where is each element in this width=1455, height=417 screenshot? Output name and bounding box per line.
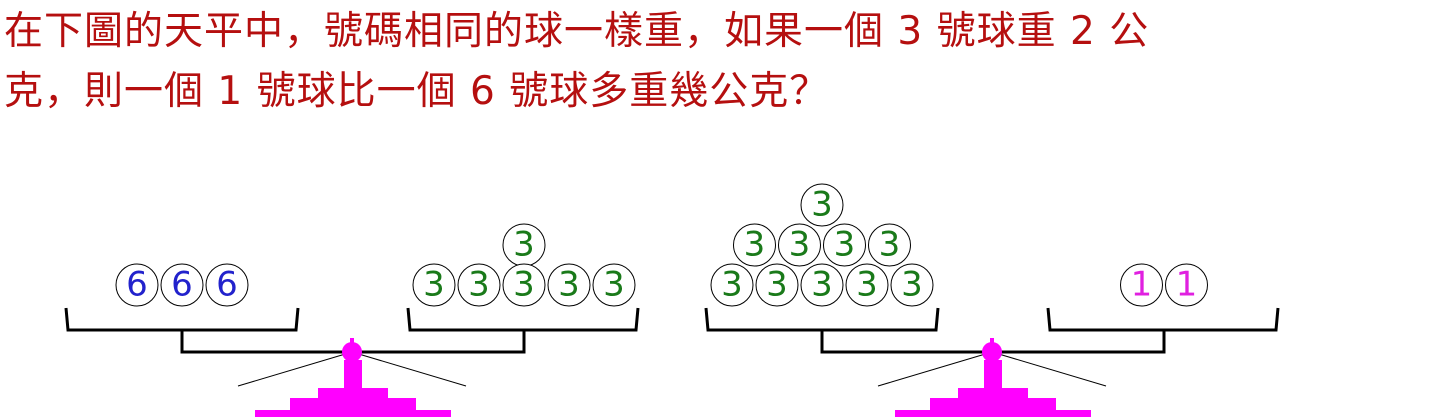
- ball-1: 1: [1165, 263, 1208, 307]
- ball-number: 3: [879, 225, 901, 265]
- ball-number: 6: [216, 265, 238, 305]
- ball-number: 6: [171, 265, 193, 305]
- ball-number: 3: [558, 265, 580, 305]
- ball-number: 3: [811, 185, 833, 225]
- ball-number: 3: [811, 265, 833, 305]
- left-pan: [704, 307, 940, 332]
- ball-3: 3: [547, 263, 591, 307]
- ball-number: 3: [513, 225, 535, 265]
- scale-base: [895, 360, 1091, 417]
- ball-1: 1: [1120, 263, 1163, 307]
- balance-scales-figure: 6 6 633 3 3 3 333 3 3 33 3 3 3 3 1 1: [64, 183, 1280, 417]
- ball-3: 3: [778, 223, 821, 267]
- ball-3: 3: [755, 263, 799, 307]
- ball-number: 3: [834, 225, 856, 265]
- ball-number: 3: [856, 265, 878, 305]
- ball-number: 3: [423, 265, 445, 305]
- ball-6: 6: [115, 263, 159, 307]
- ball-number: 3: [721, 265, 743, 305]
- ball-number: 3: [901, 265, 923, 305]
- balls-layer: 6 6 633 3 3 3 333 3 3 33 3 3 3 3 1 1: [115, 183, 1208, 307]
- ball-3: 3: [800, 183, 844, 227]
- ball-number: 3: [603, 265, 625, 305]
- ball-number: 3: [744, 225, 766, 265]
- ball-3: 3: [502, 223, 546, 267]
- ball-number: 6: [126, 265, 148, 305]
- right-pan: [406, 307, 640, 332]
- scale-base: [255, 360, 451, 417]
- ball-3: 3: [412, 263, 456, 307]
- ball-3: 3: [710, 263, 754, 307]
- balance-scale-left: [64, 307, 640, 417]
- ball-number: 3: [468, 265, 490, 305]
- right-pan: [1046, 307, 1280, 332]
- ball-3: 3: [845, 263, 889, 307]
- ball-3: 3: [890, 263, 934, 307]
- ball-3: 3: [733, 223, 776, 267]
- ball-number: 3: [789, 225, 811, 265]
- balance-scale-right: [704, 307, 1280, 417]
- ball-number: 3: [513, 265, 535, 305]
- left-pan: [64, 307, 300, 332]
- ball-3: 3: [823, 223, 866, 267]
- ball-3: 3: [868, 223, 911, 267]
- ball-3: 3: [502, 263, 546, 307]
- ball-number: 1: [1131, 265, 1153, 305]
- ball-number: 1: [1176, 265, 1198, 305]
- ball-6: 6: [160, 263, 204, 307]
- ball-3: 3: [592, 263, 636, 307]
- ball-number: 3: [766, 265, 788, 305]
- ball-3: 3: [800, 263, 844, 307]
- ball-3: 3: [457, 263, 501, 307]
- ball-6: 6: [205, 263, 249, 307]
